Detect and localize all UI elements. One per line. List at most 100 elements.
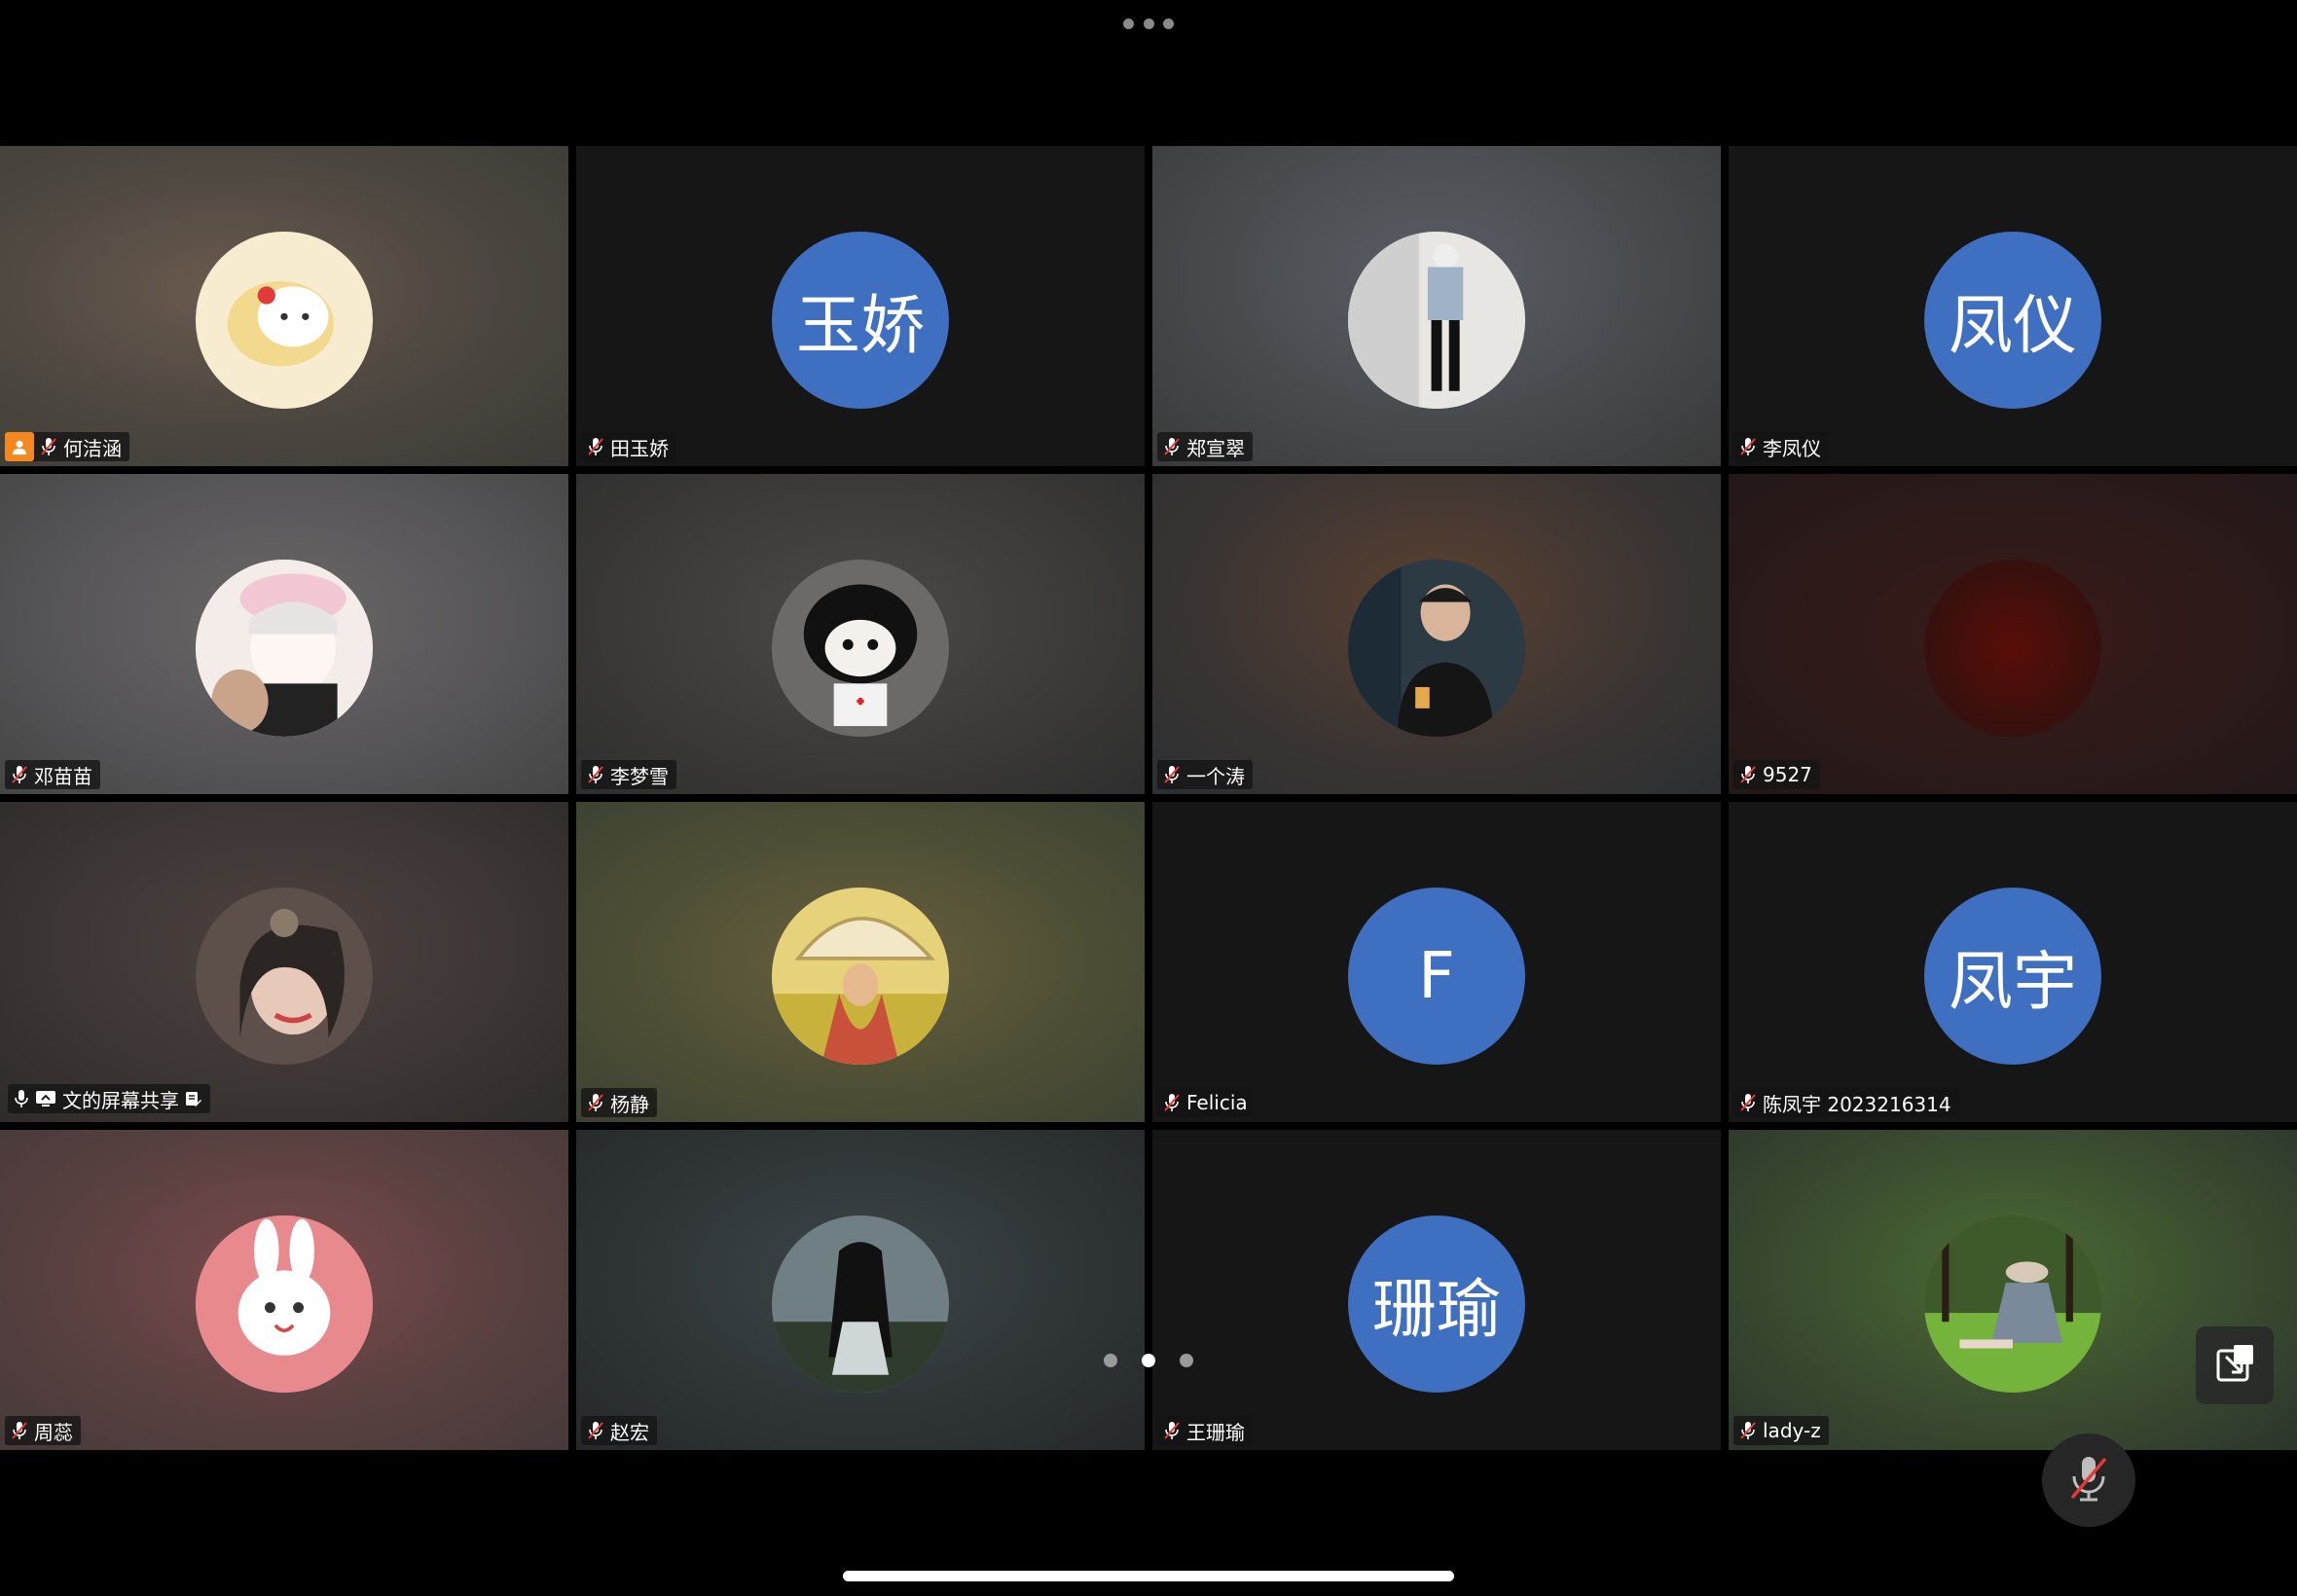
woman-on-grass-avatar-icon [1924,1215,2101,1393]
floating-window-button[interactable] [2196,1326,2274,1404]
participant-label: 陈凤宇 2023216314 [1733,1088,1959,1117]
participant-name: 郑宣翠 [1186,436,1245,460]
participant-label: 周蕊 [5,1416,81,1445]
participant-tile[interactable]: 9527 [1729,474,2297,794]
participant-name: 王珊瑜 [1186,1420,1245,1444]
anime-boy-avatar-icon [196,559,373,737]
avatar-photo [196,231,373,409]
mic-muted-icon [1739,765,1757,784]
participant-name: lady-z [1763,1419,1821,1442]
participant-label: 杨静 [581,1088,657,1117]
participant-label: 何洁涵 [5,432,129,461]
participant-label: 郑宣翠 [1157,432,1253,461]
mic-muted-icon [11,1421,28,1440]
participant-label: 文的屏幕共享 [8,1084,210,1113]
participant-tile[interactable]: 周蕊 [0,1130,568,1450]
page-indicator[interactable] [1104,1351,1193,1370]
participant-name: 周蕊 [34,1420,73,1444]
page-dot-current[interactable] [1142,1354,1155,1367]
participant-label: 9527 [1733,760,1820,789]
participant-tile-active-speaker[interactable]: 文的屏幕共享 [0,802,568,1122]
participant-tile[interactable]: 凤宇 陈凤宇 2023216314 [1729,802,2297,1122]
mic-muted-icon [587,437,604,456]
mic-muted-icon [1739,437,1757,456]
avatar-photo [1348,231,1525,409]
more-dot [1143,18,1154,29]
participant-name: 邓苗苗 [34,764,92,788]
avatar-photo [196,887,373,1065]
participant-tile[interactable]: 珊瑜 王珊瑜 [1152,1130,1721,1450]
mic-muted-icon [1739,1093,1757,1112]
participant-name: 赵宏 [610,1420,649,1444]
mic-muted-icon [587,765,604,784]
participant-name: 李梦雪 [610,764,669,788]
umbrella-girl-avatar-icon [772,887,949,1065]
participant-tile[interactable]: 凤仪 李凤仪 [1729,146,2297,466]
dark-hair-girl-avatar-icon [772,1215,949,1393]
participant-label: 田玉娇 [581,432,676,461]
participant-tile[interactable]: 何洁涵 [0,146,568,466]
mic-muted-icon [11,765,28,784]
annotate-icon[interactable] [185,1090,202,1107]
avatar-initials: 珊瑜 [1348,1215,1525,1393]
participant-label: Felicia [1157,1088,1256,1117]
participant-tile[interactable]: 赵宏 [576,1130,1145,1450]
kuromi-plush-avatar-icon [772,559,949,737]
participant-name: Felicia [1186,1091,1248,1114]
mic-muted-icon [1163,1093,1181,1112]
participant-tile[interactable]: 郑宣翠 [1152,146,1721,466]
avatar-photo [772,1215,949,1393]
avatar-photo [196,559,373,737]
page-dot[interactable] [1180,1354,1193,1367]
mic-muted-icon [40,437,57,456]
avatar-initials: 凤宇 [1924,887,2101,1065]
participant-name: 9527 [1763,763,1812,786]
participant-name: 一个涛 [1186,764,1245,788]
participant-grid: 何洁涵 玉娇 田玉娇 郑宣翠 凤仪 李凤仪 邓苗苗 李梦雪 一个涛 9527 文… [0,146,2297,1450]
avatar-photo [196,1215,373,1393]
participant-label: 李凤仪 [1733,432,1829,461]
avatar-photo [772,559,949,737]
participant-label: 一个涛 [1157,760,1253,789]
participant-tile[interactable]: 邓苗苗 [0,474,568,794]
mic-muted-icon [1163,437,1181,456]
mute-toggle-button[interactable] [2042,1433,2135,1527]
avatar-initials: F [1348,887,1525,1065]
host-user-icon [5,432,34,461]
more-dot [1163,18,1174,29]
mic-muted-icon [1739,1421,1757,1440]
woman-portrait-avatar-icon [196,887,373,1065]
participant-label: 邓苗苗 [5,760,100,789]
mic-muted-icon [1163,765,1181,784]
page-dot[interactable] [1104,1354,1117,1367]
bunny-avatar-icon [196,1215,373,1393]
participant-tile[interactable]: 玉娇 田玉娇 [576,146,1145,466]
screen-share-icon [35,1090,56,1107]
home-indicator[interactable] [843,1571,1454,1581]
participant-tile[interactable]: 杨静 [576,802,1145,1122]
participant-name: 文的屏幕共享 [62,1088,179,1112]
avatar-photo [1348,559,1525,737]
participant-label: 李梦雪 [581,760,676,789]
participant-tile[interactable]: 李梦雪 [576,474,1145,794]
participant-name: 杨静 [610,1092,649,1116]
mic-muted-icon [587,1421,604,1440]
avatar-initials: 玉娇 [772,231,949,409]
participant-name: 陈凤宇 2023216314 [1763,1092,1951,1116]
hello-kitty-avatar-icon [196,231,373,409]
participant-name: 李凤仪 [1763,436,1821,460]
participant-label: 王珊瑜 [1157,1416,1253,1445]
more-options-button[interactable] [1123,14,1174,33]
mic-muted-icon [1163,1421,1181,1440]
participant-tile[interactable]: 一个涛 [1152,474,1721,794]
mic-icon [14,1089,29,1108]
participant-label: lady-z [1733,1416,1829,1445]
participant-tile[interactable]: F Felicia [1152,802,1721,1122]
mic-muted-icon [587,1093,604,1112]
young-man-avatar-icon [1348,559,1525,737]
avatar-photo [1924,1215,2101,1393]
participant-name: 何洁涵 [63,436,122,460]
more-dot [1123,18,1134,29]
avatar-photo [772,887,949,1065]
person-walking-avatar-icon [1348,231,1525,409]
